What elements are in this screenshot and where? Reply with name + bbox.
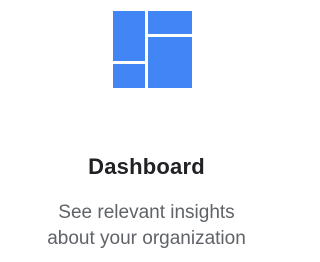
card-description-line-2: about your organization [47, 228, 246, 249]
card-title: Dashboard [88, 154, 205, 179]
dashboard-icon [113, 11, 192, 88]
card-description: See relevant insights about your organiz… [0, 200, 293, 252]
card-description-line-1: See relevant insights [58, 202, 235, 223]
dashboard-card[interactable]: Dashboard See relevant insights about yo… [0, 0, 293, 262]
